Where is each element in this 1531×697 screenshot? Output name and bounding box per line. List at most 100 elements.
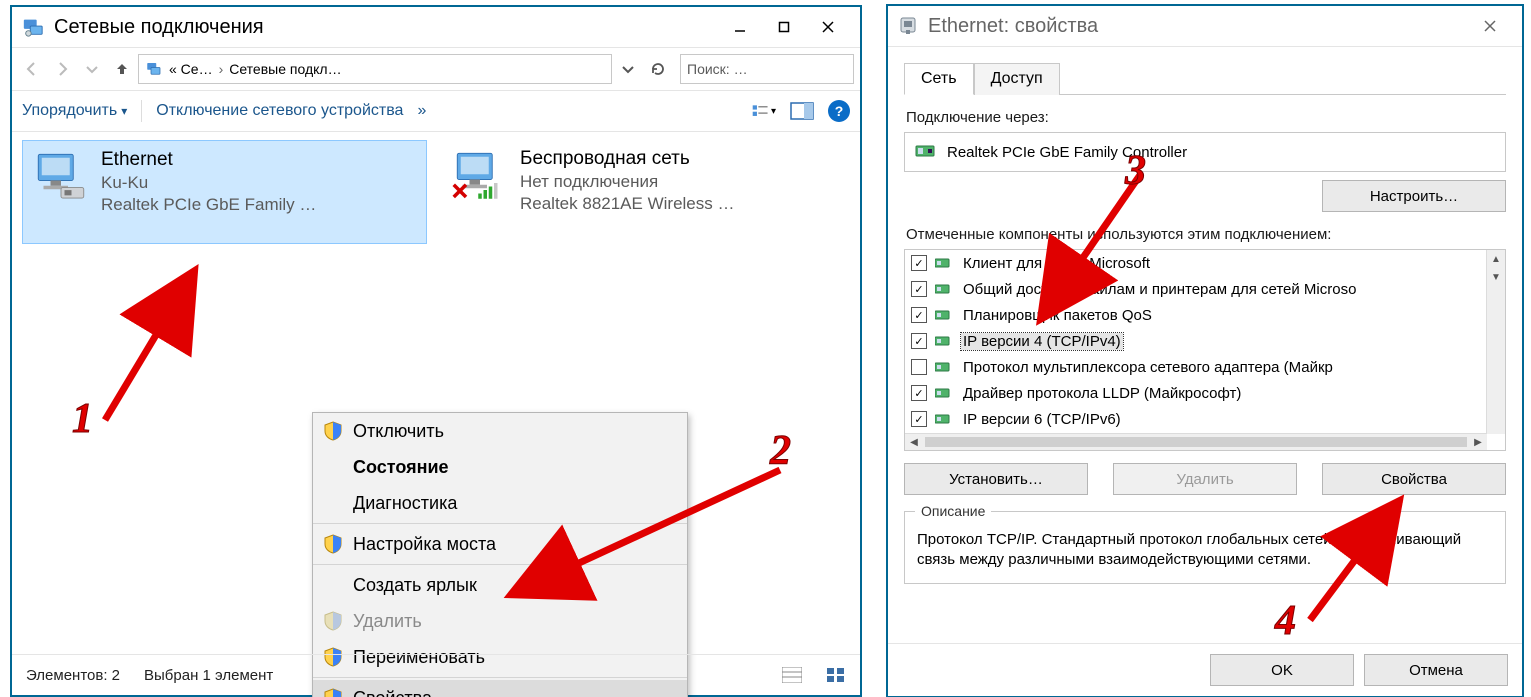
tiles-view-icon[interactable] bbox=[826, 667, 846, 683]
title-bar: Ethernet: свойства bbox=[888, 6, 1522, 47]
up-button[interactable] bbox=[108, 55, 136, 83]
adapter-name: Realtek PCIe GbE Family Controller bbox=[947, 144, 1187, 161]
tab-network[interactable]: Сеть bbox=[904, 63, 974, 95]
install-button[interactable]: Установить… bbox=[904, 463, 1088, 495]
back-button[interactable] bbox=[18, 55, 46, 83]
dialog-footer: OK Отмена bbox=[888, 643, 1522, 696]
maximize-button[interactable] bbox=[762, 12, 806, 42]
status-bar: Элементов: 2 Выбран 1 элемент bbox=[12, 654, 860, 695]
toolbar: Упорядочить ▾ Отключение сетевого устрой… bbox=[12, 91, 860, 132]
connections-area: Ethernet Ku-Ku Realtek PCIe GbE Family … bbox=[12, 132, 860, 648]
preview-pane-button[interactable] bbox=[790, 100, 814, 122]
menu-bridge[interactable]: Настройка моста bbox=[313, 526, 687, 562]
ethernet-properties-window: Ethernet: свойства Сеть Доступ Подключен… bbox=[886, 4, 1524, 697]
search-box[interactable]: Поиск: … bbox=[680, 54, 854, 84]
connect-via-label: Подключение через: bbox=[906, 109, 1504, 126]
properties-button[interactable]: Свойства bbox=[1322, 463, 1506, 495]
checkbox[interactable] bbox=[911, 359, 927, 375]
component-label: Драйвер протокола LLDP (Майкрософт) bbox=[961, 385, 1243, 402]
status-selection: Выбран 1 элемент bbox=[144, 667, 273, 684]
component-row[interactable]: ✓ IP версии 6 (TCP/IPv6) bbox=[905, 406, 1487, 432]
annotation-number-2: 2 bbox=[770, 430, 791, 472]
cancel-button[interactable]: Отмена bbox=[1364, 654, 1508, 686]
wireless-disconnected-icon bbox=[452, 148, 508, 204]
refresh-button[interactable] bbox=[644, 55, 672, 83]
minimize-button[interactable] bbox=[718, 12, 762, 42]
checkbox[interactable]: ✓ bbox=[911, 411, 927, 427]
component-row[interactable]: ✓ IP версии 4 (TCP/IPv4) bbox=[905, 328, 1487, 354]
connection-tile-wireless[interactable]: Беспроводная сеть Нет подключения Realte… bbox=[442, 140, 847, 244]
address-dropdown[interactable] bbox=[614, 55, 642, 83]
component-label: IP версии 4 (TCP/IPv4) bbox=[961, 333, 1123, 350]
menu-create-shortcut[interactable]: Создать ярлык bbox=[313, 567, 687, 603]
component-row[interactable]: ✓ Клиент для сетей Microsoft bbox=[905, 250, 1487, 276]
connection-name: Ethernet bbox=[101, 149, 316, 171]
checkbox[interactable]: ✓ bbox=[911, 281, 927, 297]
breadcrumb[interactable]: Сетевые подкл… bbox=[229, 61, 341, 77]
protocol-icon bbox=[935, 386, 953, 400]
connection-tile-ethernet[interactable]: Ethernet Ku-Ku Realtek PCIe GbE Family … bbox=[22, 140, 427, 244]
forward-button[interactable] bbox=[48, 55, 76, 83]
properties-body: Сеть Доступ Подключение через: Realtek P… bbox=[888, 47, 1522, 635]
components-list: ✓ Клиент для сетей Microsoft ✓ Общий доступ… bbox=[904, 249, 1506, 451]
help-button[interactable]: ? bbox=[828, 100, 850, 122]
tab-sharing[interactable]: Доступ bbox=[974, 63, 1060, 95]
organize-button[interactable]: Упорядочить ▾ bbox=[22, 102, 127, 120]
description-text: Протокол TCP/IP. Стандартный протокол гл… bbox=[917, 531, 1461, 568]
network-connections-window: Сетевые подключения « Се… › Сетевые подк… bbox=[10, 5, 862, 697]
annotation-number-4: 4 bbox=[1275, 600, 1296, 642]
component-row[interactable]: ✓ Общий доступ к файлам и принтерам для с… bbox=[905, 276, 1487, 302]
component-label: Клиент для сетей Microsoft bbox=[961, 255, 1152, 272]
vertical-scrollbar[interactable]: ▲▼ bbox=[1486, 250, 1505, 434]
search-placeholder: Поиск: … bbox=[687, 61, 748, 77]
view-options-button[interactable]: ▾ bbox=[752, 100, 776, 122]
menu-diagnose[interactable]: Диагностика bbox=[313, 485, 687, 521]
menu-disable[interactable]: Отключить bbox=[313, 413, 687, 449]
checkbox[interactable]: ✓ bbox=[911, 385, 927, 401]
connection-name: Беспроводная сеть bbox=[520, 148, 734, 170]
protocol-icon bbox=[935, 334, 953, 348]
tabs: Сеть Доступ bbox=[904, 63, 1506, 95]
connection-status: Ku-Ku bbox=[101, 173, 316, 193]
window-title: Ethernet: свойства bbox=[928, 15, 1468, 38]
connection-device: Realtek 8821AE Wireless … bbox=[520, 194, 734, 214]
breadcrumb-separator-icon: › bbox=[219, 61, 224, 77]
menu-delete: Удалить bbox=[313, 603, 687, 639]
annotation-number-3: 3 bbox=[1125, 150, 1146, 192]
component-row[interactable]: ✓ Драйвер протокола LLDP (Майкрософт) bbox=[905, 380, 1487, 406]
toolbar-overflow[interactable]: » bbox=[417, 102, 426, 120]
component-label: Общий доступ к файлам и принтерам для се… bbox=[961, 281, 1358, 298]
disable-device-button[interactable]: Отключение сетевого устройства bbox=[156, 102, 403, 120]
recent-dropdown[interactable] bbox=[78, 55, 106, 83]
checkbox[interactable]: ✓ bbox=[911, 255, 927, 271]
close-button[interactable] bbox=[806, 12, 850, 42]
navigation-bar: « Се… › Сетевые подкл… Поиск: … bbox=[12, 48, 860, 91]
components-label: Отмеченные компоненты используются этим … bbox=[906, 226, 1504, 243]
connection-status: Нет подключения bbox=[520, 172, 734, 192]
address-bar[interactable]: « Се… › Сетевые подкл… bbox=[138, 54, 612, 84]
breadcrumb[interactable]: « Се… bbox=[169, 61, 213, 77]
close-button[interactable] bbox=[1468, 11, 1512, 41]
network-folder-icon bbox=[145, 60, 163, 78]
protocol-icon bbox=[935, 412, 953, 426]
component-label: IP версии 6 (TCP/IPv6) bbox=[961, 411, 1123, 428]
menu-status[interactable]: Состояние bbox=[313, 449, 687, 485]
window-title: Сетевые подключения bbox=[54, 16, 718, 39]
component-row[interactable]: ✓ Планировщик пакетов QoS bbox=[905, 302, 1487, 328]
details-view-icon[interactable] bbox=[782, 667, 802, 683]
protocol-icon bbox=[935, 256, 953, 270]
protocol-icon bbox=[935, 308, 953, 322]
protocol-icon bbox=[935, 282, 953, 296]
component-label: Планировщик пакетов QoS bbox=[961, 307, 1154, 324]
ok-button[interactable]: OK bbox=[1210, 654, 1354, 686]
checkbox[interactable]: ✓ bbox=[911, 307, 927, 323]
configure-button[interactable]: Настроить… bbox=[1322, 180, 1506, 212]
checkbox[interactable]: ✓ bbox=[911, 333, 927, 349]
horizontal-scrollbar[interactable]: ◀▶ bbox=[905, 433, 1487, 450]
component-row[interactable]: Протокол мультиплексора сетевого адаптер… bbox=[905, 354, 1487, 380]
adapter-box: Realtek PCIe GbE Family Controller bbox=[904, 132, 1506, 172]
menu-separator bbox=[313, 564, 687, 565]
component-label: Протокол мультиплексора сетевого адаптер… bbox=[961, 359, 1335, 376]
description-legend: Описание bbox=[915, 502, 991, 521]
nic-icon bbox=[915, 143, 937, 161]
